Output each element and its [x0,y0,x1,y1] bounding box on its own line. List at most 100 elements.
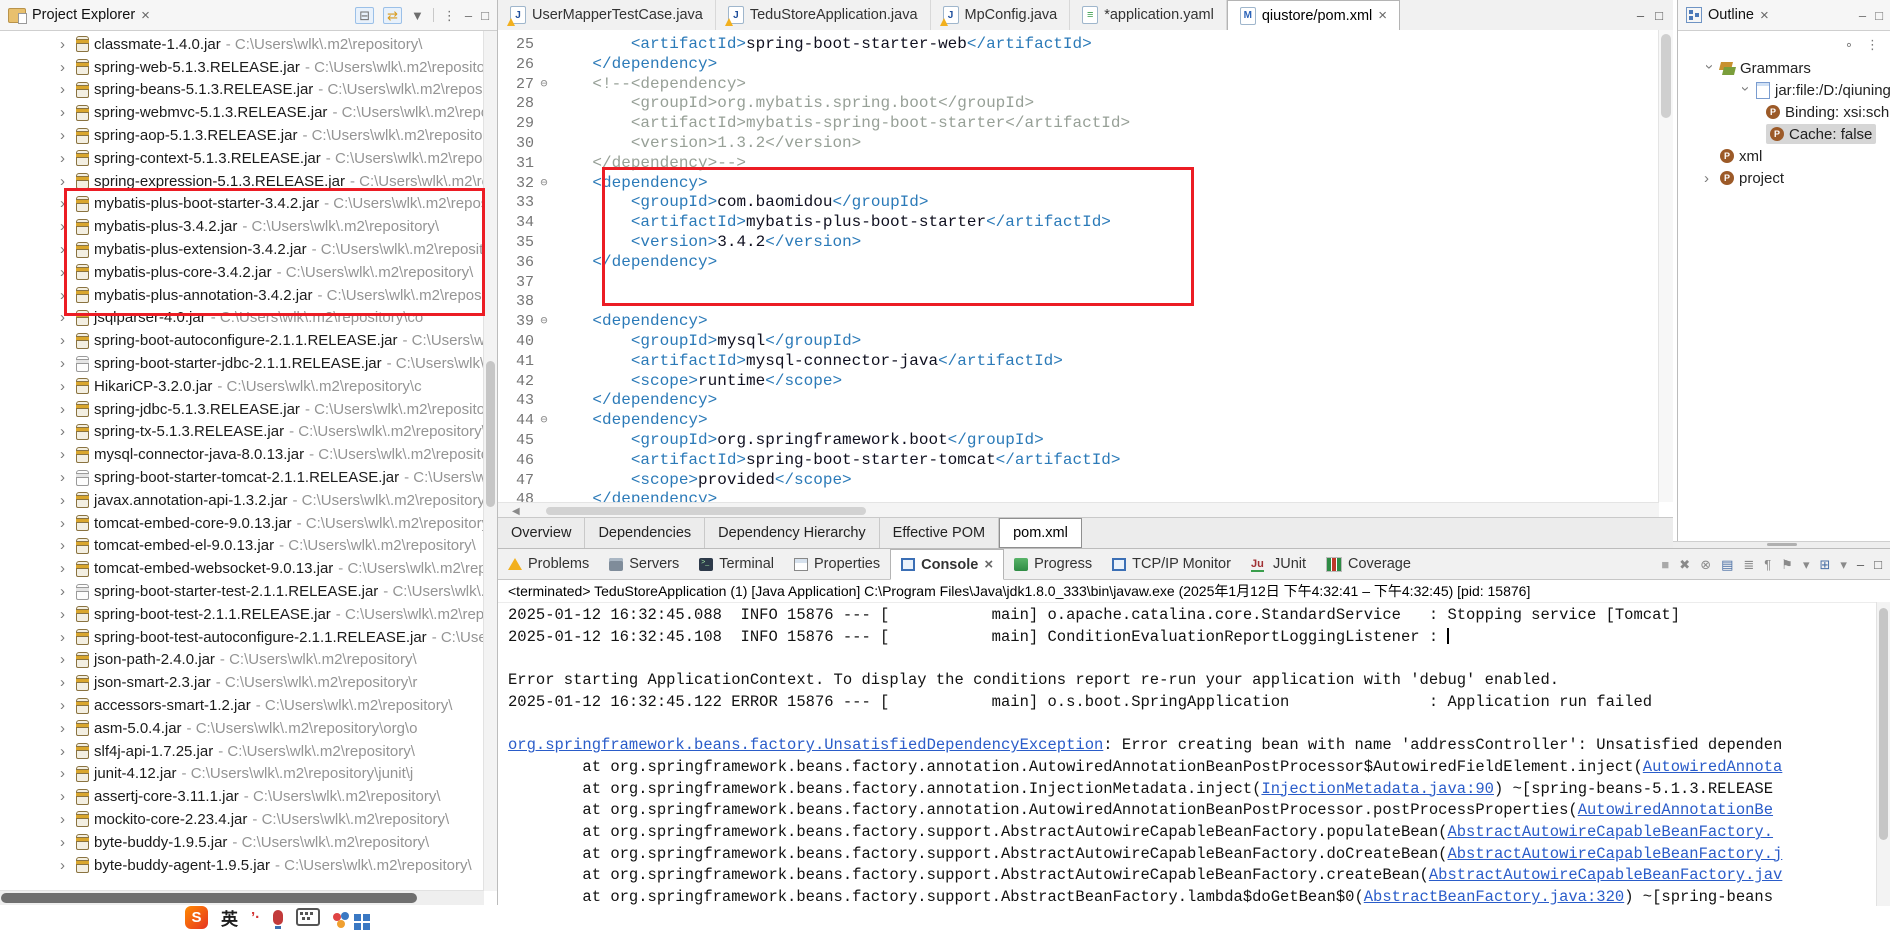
expand-arrow-icon[interactable] [60,82,71,97]
explorer-item[interactable]: tomcat-embed-el-9.0.13.jar - C:\Users\wl… [0,535,484,558]
explorer-item[interactable]: byte-buddy-1.9.5.jar - C:\Users\wlk\.m2\… [0,831,484,854]
expand-arrow-icon[interactable] [60,174,71,189]
close-icon[interactable] [1378,7,1387,24]
expand-arrow-icon[interactable] [60,858,71,873]
expand-arrow-icon[interactable] [60,561,71,576]
open-console-menu-icon[interactable]: ▾ [1840,558,1847,571]
fold-marker-icon[interactable] [534,75,554,95]
console-vertical-scrollbar[interactable] [1876,602,1890,906]
explorer-item[interactable]: slf4j-api-1.7.25.jar - C:\Users\wlk\.m2\… [0,740,484,763]
minimize-icon[interactable]: – [1857,558,1864,571]
stacktrace-link[interactable]: AutowiredAnnotationBe [1578,801,1773,819]
explorer-item[interactable]: mysql-connector-java-8.0.13.jar - C:\Use… [0,443,484,466]
expand-arrow-icon[interactable] [60,37,71,52]
maximize-icon[interactable]: □ [1655,9,1663,22]
explorer-item[interactable]: accessors-smart-1.2.jar - C:\Users\wlk\.… [0,694,484,717]
pom-page-tab-dependency-hierarchy[interactable]: Dependency Hierarchy [705,518,880,548]
explorer-item[interactable]: spring-boot-starter-jdbc-2.1.1.RELEASE.j… [0,352,484,375]
view-menu-icon[interactable]: ⋮ [443,9,456,22]
filter-icon[interactable]: ▼ [411,9,424,22]
pin-console-icon[interactable]: ⚑ [1781,558,1793,571]
explorer-item[interactable]: spring-webmvc-5.1.3.RELEASE.jar - C:\Use… [0,101,484,124]
explorer-item[interactable]: spring-aop-5.1.3.RELEASE.jar - C:\Users\… [0,124,484,147]
view-tab-terminal[interactable]: Terminal [689,549,784,579]
stacktrace-link[interactable]: AbstractAutowireCapableBeanFactory.jav [1429,866,1782,884]
explorer-item[interactable]: spring-tx-5.1.3.RELEASE.jar - C:\Users\w… [0,421,484,444]
maximize-icon[interactable]: □ [1874,558,1882,571]
expand-arrow-icon[interactable] [60,402,71,417]
expand-arrow-icon[interactable] [60,196,71,211]
expand-arrow-icon[interactable] [60,835,71,850]
close-icon[interactable] [141,7,150,24]
expand-arrow-icon[interactable] [60,652,71,667]
link-with-editor-icon[interactable]: ⇄ [383,6,403,24]
sogou-logo-icon[interactable]: S [185,905,208,929]
editor-tab-mpconfig-java[interactable]: MpConfig.java [931,0,1071,30]
outline-item-binding-xsi-sch[interactable]: Binding: xsi:sch [1678,101,1890,123]
expand-arrow-icon[interactable] [60,333,71,348]
expand-arrow-icon[interactable] [60,60,71,75]
explorer-item[interactable]: mybatis-plus-extension-3.4.2.jar - C:\Us… [0,238,484,261]
remove-launch-icon[interactable]: ✖ [1679,558,1690,571]
editor-vertical-scrollbar[interactable] [1658,30,1673,502]
expand-arrow-icon[interactable] [60,630,71,645]
view-tab-problems[interactable]: Problems [498,549,599,579]
microphone-icon[interactable] [273,909,284,929]
clear-console-icon[interactable]: ▤ [1721,558,1733,571]
view-tab-junit[interactable]: JUnit [1241,549,1316,579]
expand-arrow-icon[interactable] [60,812,71,827]
explorer-item[interactable]: tomcat-embed-core-9.0.13.jar - C:\Users\… [0,512,484,535]
pom-page-tab-overview[interactable]: Overview [498,518,586,548]
explorer-item[interactable]: spring-boot-starter-test-2.1.1.RELEASE.j… [0,580,484,603]
word-wrap-icon[interactable]: ¶ [1764,558,1771,571]
focus-icon[interactable]: ∘ [1845,38,1853,51]
stacktrace-link[interactable]: AbstractAutowireCapableBeanFactory. [1447,823,1773,841]
minimize-icon[interactable]: – [465,9,472,22]
explorer-item[interactable]: mybatis-plus-annotation-3.4.2.jar - C:\U… [0,284,484,307]
editor-tab-qiustore-pom-xml[interactable]: qiustore/pom.xml [1226,0,1401,31]
scroll-left-icon[interactable] [498,506,520,517]
skin-icon[interactable] [333,913,342,921]
explorer-item[interactable]: mockito-core-2.23.4.jar - C:\Users\wlk\.… [0,808,484,831]
view-tab-console[interactable]: Console [890,549,1005,580]
pom-page-tab-effective-pom[interactable]: Effective POM [880,518,1000,548]
explorer-item[interactable]: javax.annotation-api-1.3.2.jar - C:\User… [0,489,484,512]
explorer-item[interactable]: spring-expression-5.1.3.RELEASE.jar - C:… [0,170,484,193]
expand-arrow-icon[interactable] [60,789,71,804]
close-icon[interactable] [984,556,993,573]
pom-page-tab-dependencies[interactable]: Dependencies [585,518,706,548]
explorer-item[interactable]: spring-boot-starter-tomcat-2.1.1.RELEASE… [0,466,484,489]
explorer-item[interactable]: junit-4.12.jar - C:\Users\wlk\.m2\reposi… [0,763,484,786]
expand-arrow-icon[interactable] [60,151,71,166]
expand-arrow-icon[interactable] [60,219,71,234]
expand-arrow-icon[interactable] [60,424,71,439]
expand-arrow-icon[interactable] [1704,171,1715,186]
stacktrace-link[interactable]: org.springframework.beans.factory.Unsati… [508,736,1103,754]
expand-arrow-icon[interactable] [60,105,71,120]
expand-arrow-icon[interactable] [60,265,71,280]
view-tab-properties[interactable]: Properties [784,549,890,579]
editor-tab-application-yaml[interactable]: *application.yaml [1070,0,1227,30]
expand-arrow-icon[interactable] [60,584,71,599]
explorer-item[interactable]: byte-buddy-agent-1.9.5.jar - C:\Users\wl… [0,854,484,877]
explorer-item[interactable]: spring-web-5.1.3.RELEASE.jar - C:\Users\… [0,56,484,79]
view-tab-progress[interactable]: Progress [1004,549,1102,579]
toolbox-icon[interactable] [354,913,362,921]
display-selected-console-icon[interactable]: ▾ [1803,558,1810,571]
virtual-keyboard-icon[interactable] [296,908,321,926]
outline-item-cache-false[interactable]: Cache: false [1678,123,1890,145]
fold-marker-icon[interactable] [534,411,554,431]
expand-arrow-icon[interactable] [60,675,71,690]
explorer-item[interactable]: tomcat-embed-websocket-9.0.13.jar - C:\U… [0,557,484,580]
expand-arrow-icon[interactable] [60,242,71,257]
expand-arrow-icon[interactable] [1702,64,1717,75]
minimize-icon[interactable]: – [1859,9,1866,22]
explorer-item[interactable]: spring-jdbc-5.1.3.RELEASE.jar - C:\Users… [0,398,484,421]
explorer-item[interactable]: mybatis-plus-boot-starter-3.4.2.jar - C:… [0,193,484,216]
explorer-item[interactable]: asm-5.0.4.jar - C:\Users\wlk\.m2\reposit… [0,717,484,740]
stacktrace-link[interactable]: InjectionMetadata.java:90 [1261,780,1494,798]
expand-arrow-icon[interactable] [60,607,71,622]
pom-page-tab-pom-xml[interactable]: pom.xml [999,518,1082,548]
explorer-item[interactable]: json-path-2.4.0.jar - C:\Users\wlk\.m2\r… [0,649,484,672]
expand-arrow-icon[interactable] [60,470,71,485]
